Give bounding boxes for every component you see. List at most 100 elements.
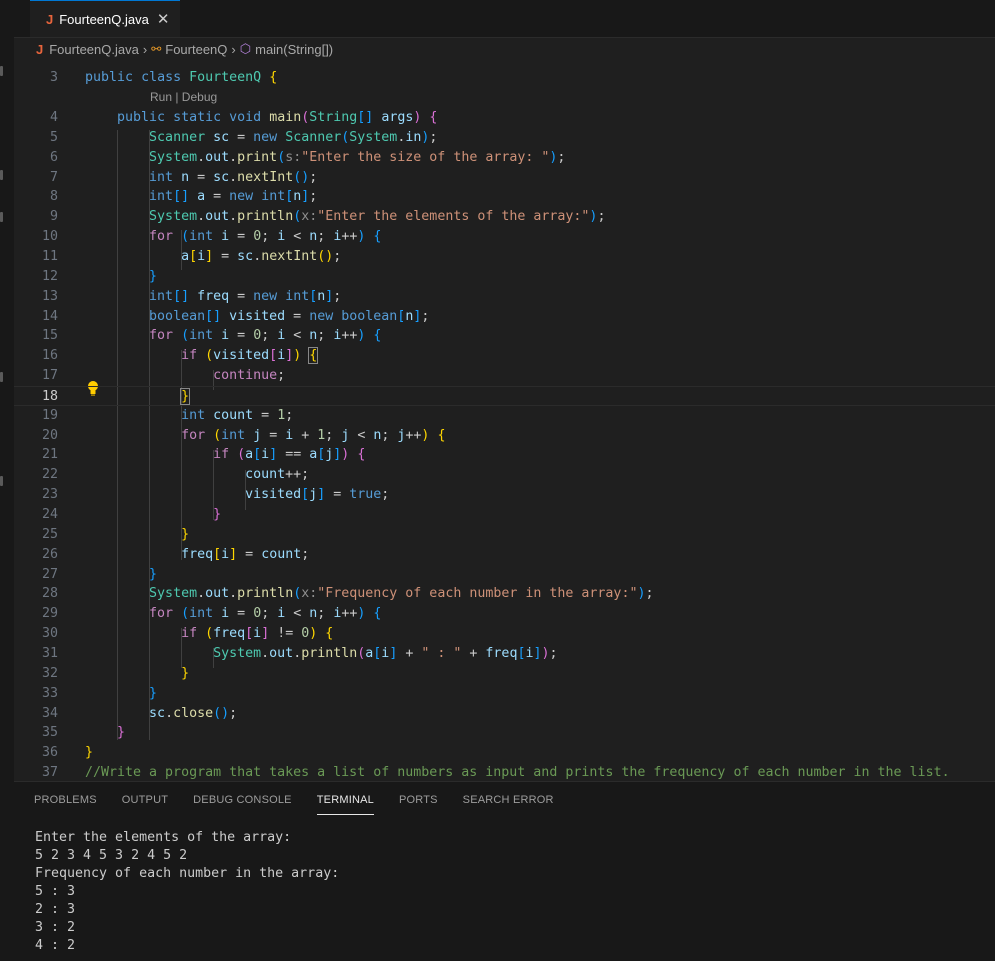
line-number: 12: [41, 268, 58, 284]
code-text[interactable]: }: [85, 525, 189, 545]
code-text[interactable]: System.out.print(s:"Enter the size of th…: [85, 148, 565, 168]
code-text[interactable]: for (int i = 0; i < n; i++) {: [85, 326, 381, 346]
code-line[interactable]: 22 count++;: [14, 465, 995, 485]
code-text[interactable]: int count = 1;: [85, 406, 293, 426]
code-line[interactable]: 18 }: [14, 385, 995, 407]
code-text[interactable]: a[i] = sc.nextInt();: [85, 247, 341, 267]
code-text[interactable]: if (a[i] == a[j]) {: [85, 445, 365, 465]
code-line[interactable]: 27 }: [14, 565, 995, 585]
code-line[interactable]: 21 if (a[i] == a[j]) {: [14, 445, 995, 465]
code-line[interactable]: 32 }: [14, 664, 995, 684]
breadcrumb-class[interactable]: FourteenQ: [165, 42, 227, 57]
code-line[interactable]: 10 for (int i = 0; i < n; i++) {: [14, 227, 995, 247]
code-line[interactable]: 13 int[] freq = new int[n];: [14, 287, 995, 307]
code-text[interactable]: int[] freq = new int[n];: [85, 287, 341, 307]
tab-fourteenq-java[interactable]: J FourteenQ.java ✕: [30, 0, 180, 37]
code-line[interactable]: 33 }: [14, 684, 995, 704]
code-text[interactable]: public class FourteenQ {: [85, 68, 277, 88]
tab-ports[interactable]: PORTS: [399, 792, 438, 814]
code-line[interactable]: 5 Scanner sc = new Scanner(System.in);: [14, 128, 995, 148]
code-line[interactable]: 7 int n = sc.nextInt();: [14, 168, 995, 188]
tab-problems[interactable]: PROBLEMS: [34, 792, 97, 814]
code-text[interactable]: }: [85, 664, 189, 684]
terminal-line: Enter the elements of the array:: [35, 830, 292, 845]
code-line[interactable]: 24 }: [14, 505, 995, 525]
line-number: 18: [41, 388, 58, 404]
code-text[interactable]: }: [85, 565, 157, 585]
code-text[interactable]: int[] a = new int[n];: [85, 187, 317, 207]
code-line[interactable]: 31 System.out.println(a[i] + " : " + fre…: [14, 644, 995, 664]
line-number: 29: [41, 606, 58, 622]
code-text[interactable]: }: [85, 267, 157, 287]
line-number: 19: [41, 407, 58, 423]
tab-debug-console[interactable]: DEBUG CONSOLE: [193, 792, 292, 814]
tab-search-error[interactable]: SEARCH ERROR: [463, 792, 554, 814]
code-editor[interactable]: Run | Debug 3 public class FourteenQ { 4 p…: [14, 62, 995, 780]
code-line[interactable]: 23 visited[j] = true;: [14, 485, 995, 505]
code-line[interactable]: 6 System.out.print(s:"Enter the size of …: [14, 148, 995, 168]
code-line[interactable]: 17 continue;: [14, 366, 995, 386]
code-text[interactable]: freq[i] = count;: [85, 545, 309, 565]
code-text[interactable]: int n = sc.nextInt();: [85, 168, 317, 188]
terminal-line: 3 : 2: [35, 920, 76, 935]
code-line[interactable]: 15 for (int i = 0; i < n; i++) {: [14, 326, 995, 346]
code-line[interactable]: 36}: [14, 743, 995, 763]
code-line[interactable]: 16 if (visited[i]) {: [14, 346, 995, 366]
code-text[interactable]: for (int i = 0; i < n; i++) {: [85, 227, 381, 247]
line-number: 14: [41, 308, 58, 324]
line-number: 24: [41, 507, 58, 522]
code-text[interactable]: System.out.println(x:"Frequency of each …: [85, 584, 653, 604]
tab-label: FourteenQ.java: [59, 11, 149, 27]
code-text[interactable]: for (int j = i + 1; j < n; j++) {: [85, 426, 445, 446]
line-number: 35: [41, 725, 58, 741]
code-line[interactable]: 4 public static void main(String[] args)…: [14, 108, 995, 128]
code-text[interactable]: boolean[] visited = new boolean[n];: [85, 307, 429, 327]
code-text[interactable]: }: [85, 387, 191, 407]
code-text[interactable]: continue;: [85, 366, 285, 386]
code-line[interactable]: 30 if (freq[i] != 0) {: [14, 624, 995, 644]
tab-terminal[interactable]: TERMINAL: [316, 792, 374, 815]
code-text[interactable]: System.out.println(a[i] + " : " + freq[i…: [85, 644, 557, 664]
code-text[interactable]: count++;: [85, 465, 309, 485]
code-line[interactable]: 28 System.out.println(x:"Frequency of ea…: [14, 584, 995, 604]
line-number: 31: [41, 645, 58, 661]
tab-output[interactable]: OUTPUT: [122, 792, 168, 814]
code-text[interactable]: }: [85, 723, 125, 743]
line-number: 23: [41, 487, 58, 503]
code-text[interactable]: System.out.println(x:"Enter the elements…: [85, 207, 605, 227]
panel-tabs: PROBLEMS OUTPUT DEBUG CONSOLE TERMINAL PORTS…: [34, 792, 579, 815]
code-text[interactable]: public static void main(String[] args) {: [85, 108, 437, 128]
code-line[interactable]: 8 int[] a = new int[n];: [14, 187, 995, 207]
code-text[interactable]: }: [85, 743, 93, 763]
code-line[interactable]: 26 freq[i] = count;: [14, 545, 995, 565]
code-text[interactable]: Scanner sc = new Scanner(System.in);: [85, 128, 437, 148]
code-line[interactable]: 35 }: [14, 723, 995, 743]
code-text[interactable]: for (int i = 0; i < n; i++) {: [85, 604, 381, 624]
close-icon[interactable]: ✕: [157, 10, 170, 28]
code-text[interactable]: sc.close();: [85, 704, 237, 724]
code-line[interactable]: 29 for (int i = 0; i < n; i++) {: [14, 604, 995, 624]
code-line[interactable]: 11 a[i] = sc.nextInt();: [14, 247, 995, 267]
code-line[interactable]: 25 }: [14, 525, 995, 545]
line-number: 11: [41, 248, 58, 264]
line-number: 28: [41, 586, 58, 602]
code-text[interactable]: visited[j] = true;: [85, 485, 389, 505]
breadcrumb-method[interactable]: main(String[]): [255, 42, 333, 57]
code-line[interactable]: 9 System.out.println(x:"Enter the elemen…: [14, 207, 995, 227]
code-line[interactable]: 20 for (int j = i + 1; j < n; j++) {: [14, 426, 995, 446]
code-text[interactable]: }: [85, 505, 221, 525]
line-number: 15: [41, 328, 58, 344]
run-debug-codelens[interactable]: Run | Debug: [150, 88, 217, 106]
breadcrumb-file[interactable]: FourteenQ.java: [49, 42, 139, 57]
code-line[interactable]: 14 boolean[] visited = new boolean[n];: [14, 307, 995, 327]
code-text[interactable]: if (visited[i]) {: [85, 346, 319, 366]
code-text[interactable]: if (freq[i] != 0) {: [85, 624, 333, 644]
terminal-line: 2 : 3: [35, 902, 76, 917]
code-line[interactable]: 19 int count = 1;: [14, 406, 995, 426]
terminal-output[interactable]: Enter the elements of the array: 5 2 3 4 …: [35, 829, 339, 955]
code-line[interactable]: 34 sc.close();: [14, 704, 995, 724]
code-line[interactable]: 12 }: [14, 267, 995, 287]
code-line[interactable]: 3 public class FourteenQ {: [14, 68, 995, 88]
code-text[interactable]: }: [85, 684, 157, 704]
line-number: 6: [49, 149, 58, 165]
